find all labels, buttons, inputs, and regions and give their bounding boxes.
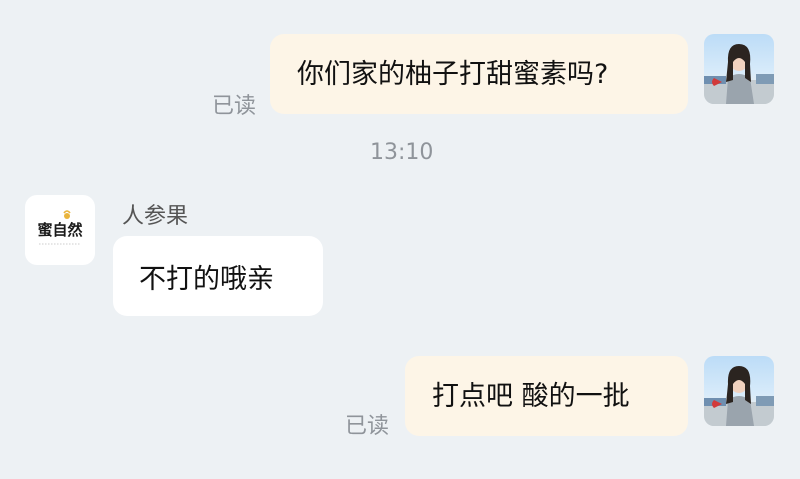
shop-avatar[interactable]: 蜜自然 (25, 195, 95, 265)
user-photo-icon (704, 44, 774, 104)
incoming-message-bubble[interactable]: 不打的哦亲 (113, 236, 323, 316)
read-status: 已读 (345, 414, 390, 439)
outgoing-message-bubble[interactable]: 你们家的柚子打甜蜜素吗? (270, 34, 688, 114)
message-text: 不打的哦亲 (139, 263, 274, 295)
message-text: 打点吧 酸的一批 (432, 380, 630, 412)
user-avatar[interactable] (704, 356, 774, 426)
shop-logo-icon: 蜜自然 (37, 210, 83, 245)
user-avatar[interactable] (704, 34, 774, 104)
sender-name: 人参果 (122, 204, 189, 229)
shop-logo-text: 蜜自然 (37, 221, 82, 239)
message-timestamp: 13:10 (370, 140, 434, 165)
message-text: 你们家的柚子打甜蜜素吗? (297, 58, 609, 90)
outgoing-message-bubble[interactable]: 打点吧 酸的一批 (405, 356, 688, 436)
read-status: 已读 (212, 94, 257, 119)
user-photo-icon (704, 366, 774, 426)
